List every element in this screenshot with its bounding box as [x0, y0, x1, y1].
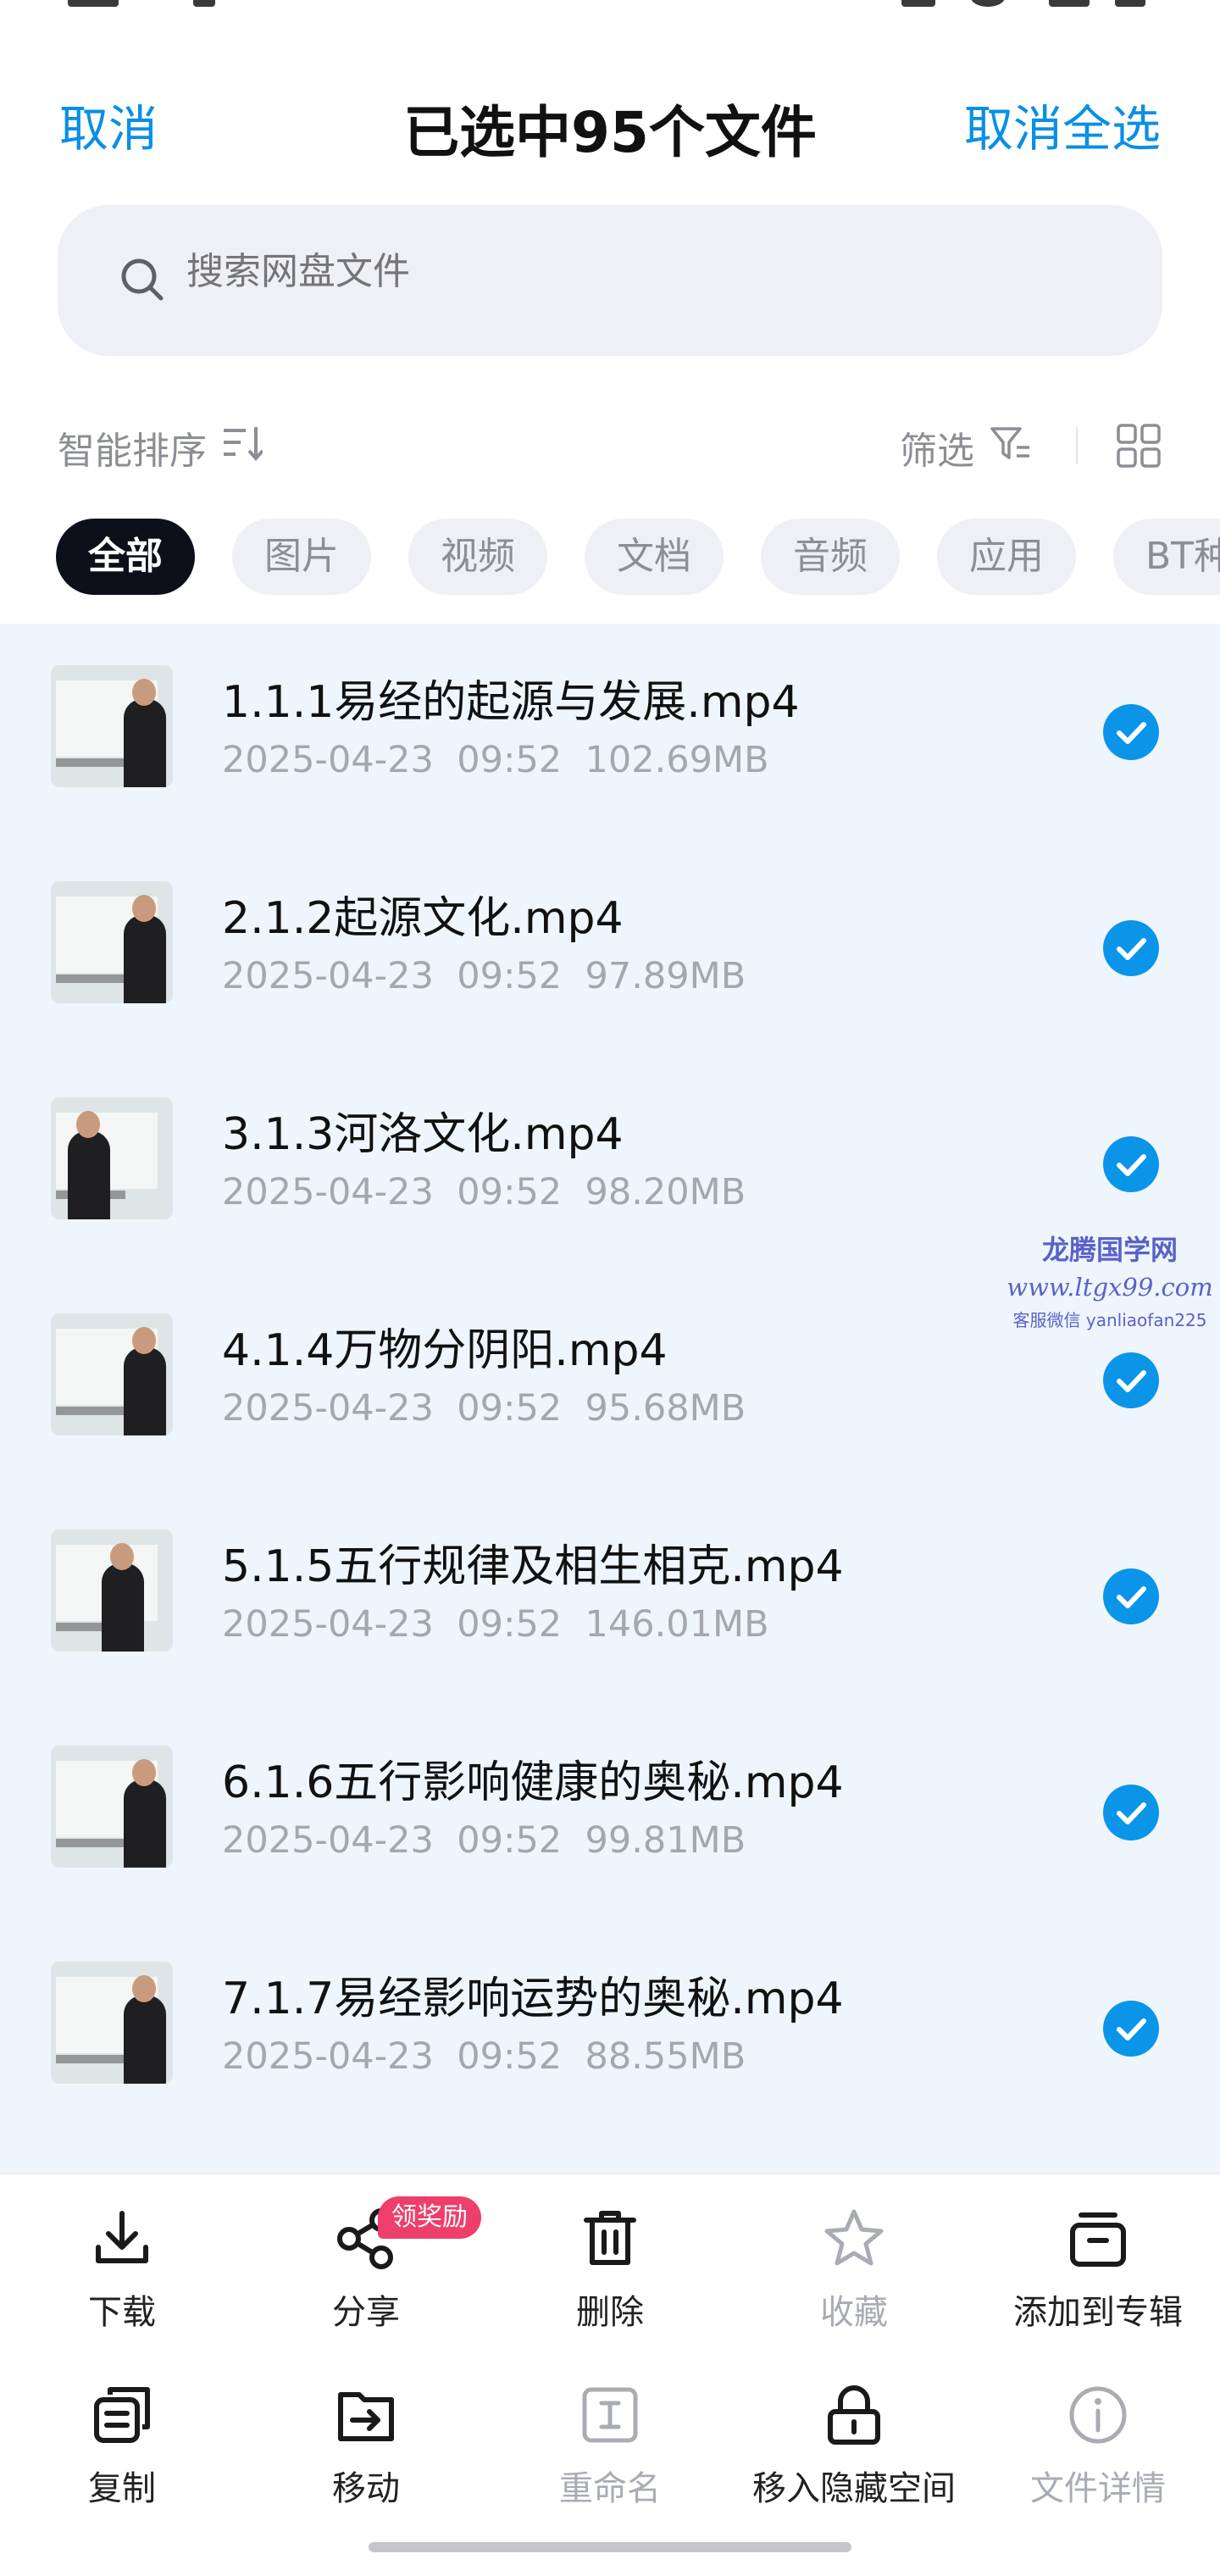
move-button[interactable]: 移动 [244, 2383, 488, 2510]
filter-button[interactable]: 筛选 [900, 420, 974, 475]
selected-check-icon[interactable] [1103, 704, 1159, 760]
selected-check-icon[interactable] [1103, 1136, 1159, 1192]
favorite-label: 收藏 [820, 2293, 888, 2332]
status-icon [971, 0, 1005, 7]
filter-icon[interactable] [990, 425, 1032, 463]
selected-check-icon[interactable] [1103, 1785, 1159, 1840]
home-indicator[interactable] [369, 2542, 851, 2552]
file-name: 6.1.6五行影响健康的奥秘.mp4 [222, 1757, 844, 1808]
file-list: 1.1.1易经的起源与发展.mp4 2025-04-23 09:52 102.6… [0, 624, 1220, 2173]
deselect-all-button[interactable]: 取消全选 [964, 89, 1161, 160]
file-meta: 2025-04-23 09:52 97.89MB [222, 955, 746, 997]
sort-icon[interactable] [220, 424, 263, 463]
selected-check-icon[interactable] [1103, 1568, 1159, 1624]
status-bar [0, 0, 1220, 17]
rename-icon [582, 2387, 638, 2443]
file-row[interactable]: 6.1.6五行影响健康的奥秘.mp4 2025-04-23 09:52 99.8… [0, 1704, 1220, 1920]
reward-badge: 领奖励 [378, 2196, 481, 2239]
selected-check-icon[interactable] [1103, 2001, 1159, 2057]
file-meta: 2025-04-23 09:52 102.69MB [222, 739, 769, 781]
file-details-label: 文件详情 [1030, 2469, 1166, 2508]
status-icon [193, 0, 215, 7]
search-input[interactable] [185, 249, 951, 294]
selection-header: 取消 已选中95个文件 取消全选 [0, 80, 1220, 165]
selected-check-icon[interactable] [1103, 1352, 1159, 1408]
category-tabs: 全部 图片 视频 文档 音频 应用 BT种 [0, 519, 1220, 597]
watermark-contact: 客服微信 yanliaofan225 [1012, 1310, 1207, 1330]
file-name: 1.1.1易经的起源与发展.mp4 [222, 677, 800, 728]
rename-label: 重命名 [559, 2469, 661, 2508]
file-name: 7.1.7易经影响运势的奥秘.mp4 [222, 1974, 844, 2024]
delete-label: 删除 [576, 2293, 644, 2332]
move-label: 移动 [332, 2469, 400, 2508]
file-name: 4.1.4万物分阴阳.mp4 [222, 1325, 668, 1376]
file-row[interactable]: 2.1.2起源文化.mp4 2025-04-23 09:52 97.89MB [0, 840, 1220, 1056]
file-name: 3.1.3河洛文化.mp4 [222, 1109, 624, 1160]
delete-button[interactable]: 删除 [488, 2207, 732, 2334]
wifi-icon [1049, 0, 1090, 7]
file-details-button[interactable]: 文件详情 [976, 2383, 1220, 2510]
watermark: 龙腾国学网 www.ltgx99.com 客服微信 yanliaofan225 [1000, 1229, 1220, 1331]
file-meta: 2025-04-23 09:52 95.68MB [222, 1387, 746, 1430]
file-name: 5.1.5五行规律及相生相克.mp4 [222, 1541, 844, 1592]
video-thumbnail [51, 1530, 173, 1652]
tab-documents[interactable]: 文档 [585, 519, 724, 595]
trash-icon [584, 2211, 636, 2265]
share-label: 分享 [332, 2293, 400, 2332]
add-to-album-button[interactable]: 添加到专辑 [976, 2207, 1220, 2334]
copy-button[interactable]: 复制 [0, 2383, 244, 2510]
watermark-title: 龙腾国学网 [1041, 1234, 1178, 1266]
search-icon [121, 258, 164, 301]
info-icon [1069, 2386, 1127, 2444]
file-meta: 2025-04-23 09:52 99.81MB [222, 1819, 746, 1862]
sort-button[interactable]: 智能排序 [58, 420, 207, 475]
file-row[interactable]: 7.1.7易经影响运势的奥秘.mp4 2025-04-23 09:52 88.5… [0, 1920, 1220, 2136]
download-label: 下载 [88, 2293, 156, 2332]
move-to-hidden-space-label: 移入隐藏空间 [752, 2469, 956, 2508]
watermark-url: www.ltgx99.com [1006, 1273, 1213, 1302]
lock-icon [828, 2385, 880, 2445]
signal-icon [901, 0, 935, 7]
grid-view-icon[interactable] [1115, 422, 1162, 469]
favorite-button[interactable]: 收藏 [732, 2207, 976, 2334]
tab-apps[interactable]: 应用 [937, 519, 1076, 595]
tab-all[interactable]: 全部 [56, 519, 195, 595]
video-thumbnail [51, 881, 173, 1003]
tab-audio[interactable]: 音频 [761, 519, 900, 595]
download-button[interactable]: 下载 [0, 2207, 244, 2334]
tab-images[interactable]: 图片 [232, 519, 371, 595]
file-meta: 2025-04-23 09:52 98.20MB [222, 1171, 746, 1213]
move-icon [338, 2392, 394, 2441]
file-row[interactable]: 1.1.1易经的起源与发展.mp4 2025-04-23 09:52 102.6… [0, 624, 1220, 840]
file-row[interactable]: 5.1.5五行规律及相生相克.mp4 2025-04-23 09:52 146.… [0, 1488, 1220, 1704]
album-icon [1070, 2212, 1126, 2267]
battery-icon [1115, 0, 1145, 7]
copy-label: 复制 [88, 2469, 156, 2508]
copy-icon [94, 2387, 150, 2443]
video-thumbnail [51, 1313, 173, 1435]
move-to-hidden-space-button[interactable]: 移入隐藏空间 [732, 2383, 976, 2510]
status-clock [68, 0, 119, 7]
download-icon [96, 2211, 148, 2263]
file-meta: 2025-04-23 09:52 146.01MB [222, 1603, 769, 1646]
star-icon [824, 2209, 884, 2266]
search-bar[interactable] [58, 205, 1162, 356]
tab-bt[interactable]: BT种 [1113, 519, 1220, 595]
add-to-album-label: 添加到专辑 [1013, 2293, 1183, 2332]
video-thumbnail [51, 1097, 173, 1219]
sort-filter-row: 智能排序 筛选 [0, 415, 1220, 475]
rename-button[interactable]: 重命名 [488, 2383, 732, 2510]
file-name: 2.1.2起源文化.mp4 [222, 893, 624, 944]
selected-check-icon[interactable] [1103, 920, 1159, 976]
divider [1076, 427, 1078, 464]
file-meta: 2025-04-23 09:52 88.55MB [222, 2035, 746, 2078]
video-thumbnail [51, 665, 173, 787]
video-thumbnail [51, 1746, 173, 1868]
video-thumbnail [51, 1962, 173, 2084]
tab-videos[interactable]: 视频 [408, 519, 547, 595]
